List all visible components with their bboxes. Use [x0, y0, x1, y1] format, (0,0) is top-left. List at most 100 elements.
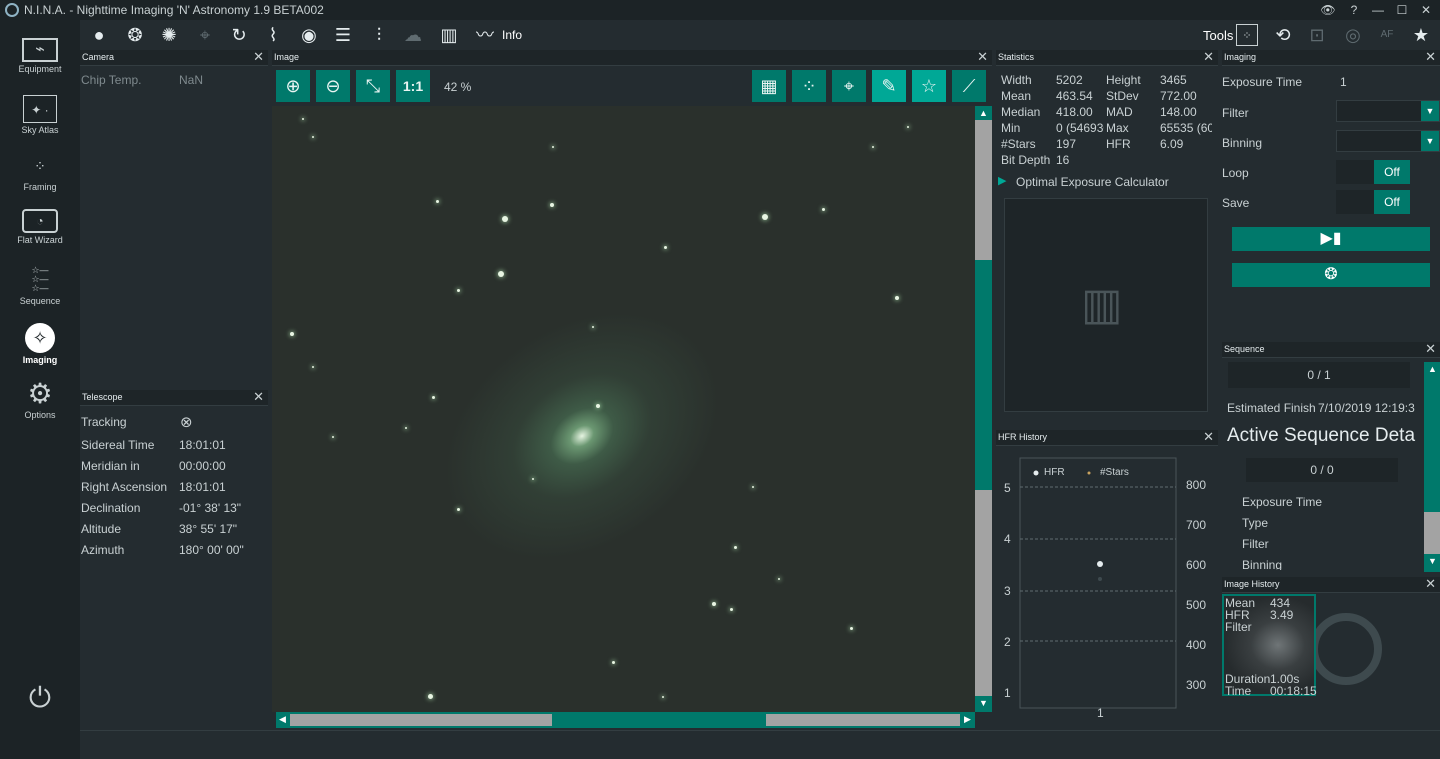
y-right-tick: 700 [1186, 518, 1207, 532]
star [290, 332, 294, 336]
sidebar-item-equipment[interactable]: ⌁ Equipment [0, 30, 80, 87]
capture-button[interactable]: ❂ [1232, 263, 1430, 287]
camera-panel: Camera ✕ Chip Temp. NaN [80, 50, 268, 384]
close-icon[interactable]: ✕ [1203, 50, 1214, 64]
width-label: Width [1001, 73, 1032, 87]
close-icon[interactable]: ✕ [1425, 577, 1436, 591]
sidereal-label: Sidereal Time [81, 438, 155, 452]
close-icon[interactable]: ✕ [1203, 430, 1214, 444]
star [778, 578, 780, 580]
camera-connect-icon[interactable]: ● [88, 24, 110, 46]
power-icon[interactable]: ⏻ [24, 682, 56, 714]
scroll-down-icon[interactable]: ▼ [1428, 556, 1437, 566]
zoom-out-button[interactable]: ⊖ [316, 70, 350, 102]
polar-align-tool-icon[interactable]: ◎ [1342, 24, 1364, 46]
legend-stars: #Stars [1100, 467, 1129, 478]
history-thumbnail[interactable]: Mean 434 HFR 3.49 Filter Duration 1.00s … [1222, 594, 1317, 698]
stars-data-point [1098, 577, 1102, 581]
switch-icon[interactable]: ⫶ [368, 24, 390, 46]
auto-stretch-button[interactable]: ✎ [872, 70, 906, 102]
stars-label: #Stars [1001, 137, 1036, 151]
plate-solve-tool-icon[interactable]: ⊡ [1306, 24, 1328, 46]
weather-icon[interactable]: ☁ [402, 24, 424, 46]
loop-label: Loop [1222, 166, 1249, 180]
favorite-star-icon[interactable]: ★ [1410, 24, 1432, 46]
shutter-icon[interactable]: ❂ [124, 24, 146, 46]
save-toggle[interactable]: Off [1336, 190, 1410, 214]
focuser-icon[interactable]: ⌖ [194, 24, 216, 46]
filter-wheel-icon[interactable]: ✺ [158, 24, 180, 46]
scroll-down-icon[interactable]: ▼ [979, 698, 988, 708]
hfr-chart [1019, 457, 1177, 709]
close-icon[interactable]: ✕ [1425, 50, 1436, 64]
help-icon[interactable]: ? [1344, 2, 1364, 18]
star [312, 366, 314, 368]
rotator-icon[interactable]: ↻ [228, 24, 250, 46]
minimize-button[interactable]: — [1368, 2, 1388, 18]
bahtinov-button[interactable]: ⟋ [952, 70, 986, 102]
telescope-icon[interactable]: ⌇ [262, 24, 284, 46]
sidebar-item-sequence[interactable]: ☆— ☆— ☆— Sequence [0, 258, 80, 315]
binning-select[interactable]: ▼ [1336, 130, 1440, 152]
sequence-scrollbar[interactable]: ▲ ▼ [1424, 362, 1440, 572]
expand-arrow-icon[interactable]: ▶ [998, 174, 1006, 187]
close-icon[interactable]: ✕ [977, 50, 988, 64]
sidebar-item-sky-atlas[interactable]: ✦ · Sky Atlas [0, 87, 80, 144]
star-map-tool-icon[interactable]: ⁘ [1236, 24, 1258, 46]
zoom-in-button[interactable]: ⊕ [276, 70, 310, 102]
history-tool-icon[interactable]: ⟲ [1272, 24, 1294, 46]
seq-binning-label: Binning [1242, 558, 1283, 570]
star-annotation-button[interactable]: ☆ [912, 70, 946, 102]
sidebar-item-options[interactable]: ⚙ Options [0, 372, 80, 429]
scroll-left-icon[interactable]: ◀ [279, 714, 286, 725]
mean-value: 463.54 [1056, 89, 1093, 103]
star-detection-button[interactable]: ⁘ [792, 70, 826, 102]
exposure-time-input[interactable]: 1 [1340, 75, 1347, 89]
scroll-up-icon[interactable]: ▲ [979, 108, 988, 118]
one-to-one-button[interactable]: 1:1 [396, 70, 430, 102]
star [312, 136, 314, 138]
crosshair-button[interactable]: ⌖ [832, 70, 866, 102]
loop-toggle[interactable]: Off [1336, 160, 1410, 184]
autofocus-tool-icon[interactable]: AF [1376, 24, 1398, 46]
star [596, 404, 600, 408]
star [752, 486, 754, 488]
close-icon[interactable]: ✕ [253, 390, 264, 404]
telescope-panel-header: Telescope ✕ [80, 390, 268, 406]
filter-select[interactable]: ▼ [1336, 100, 1440, 122]
y-left-tick: 4 [1004, 532, 1011, 546]
scroll-right-icon[interactable]: ▶ [964, 714, 971, 725]
star [436, 200, 439, 203]
close-window-button[interactable]: ✕ [1416, 2, 1436, 18]
info-graph-icon[interactable]: 〰 [474, 24, 496, 46]
window-title: N.I.N.A. - Nighttime Imaging 'N' Astrono… [24, 3, 324, 17]
sidebar-item-imaging[interactable]: ✧ Imaging [0, 315, 80, 372]
chevron-down-icon: ▼ [1421, 101, 1439, 121]
fit-to-screen-button[interactable]: ⤡ [356, 70, 390, 102]
astro-image[interactable] [272, 106, 975, 712]
sequence-list-icon[interactable]: ☰ [332, 24, 354, 46]
exposure-calc-toggle[interactable]: Optimal Exposure Calculator [1016, 175, 1169, 189]
sidebar-item-flat-wizard[interactable]: ◔ Flat Wizard [0, 201, 80, 258]
az-label: Azimuth [81, 543, 125, 557]
scroll-up-icon[interactable]: ▲ [1428, 364, 1437, 374]
statistics-panel: Statistics ✕ Width 5202 Height 3465 Mean … [996, 50, 1218, 424]
close-icon[interactable]: ✕ [253, 50, 264, 64]
guider-icon[interactable]: ◉ [298, 24, 320, 46]
sidebar-item-framing[interactable]: ⁘ Framing [0, 144, 80, 201]
maximize-button[interactable]: ☐ [1392, 2, 1412, 18]
imaging-panel-header: Imaging ✕ [1222, 50, 1440, 66]
hfr-history-panel: HFR History ✕ HFR #Stars 5 4 3 2 1 800 70… [996, 430, 1218, 730]
vertical-scrollbar[interactable]: ▲ ▼ [975, 106, 992, 712]
horizontal-scrollbar[interactable]: ◀ ▶ [276, 712, 975, 728]
status-bar [80, 730, 1440, 759]
y-left-tick: 5 [1004, 481, 1011, 495]
grid-overlay-button[interactable]: ▦ [752, 70, 786, 102]
bar-chart-icon[interactable]: ▥ [438, 24, 460, 46]
star [907, 126, 909, 128]
close-icon[interactable]: ✕ [1425, 342, 1436, 356]
live-video-button[interactable]: ▶▮ [1232, 227, 1430, 251]
info-label[interactable]: Info [502, 28, 522, 42]
star [822, 208, 825, 211]
eye-icon[interactable]: 👁 [1318, 2, 1338, 18]
